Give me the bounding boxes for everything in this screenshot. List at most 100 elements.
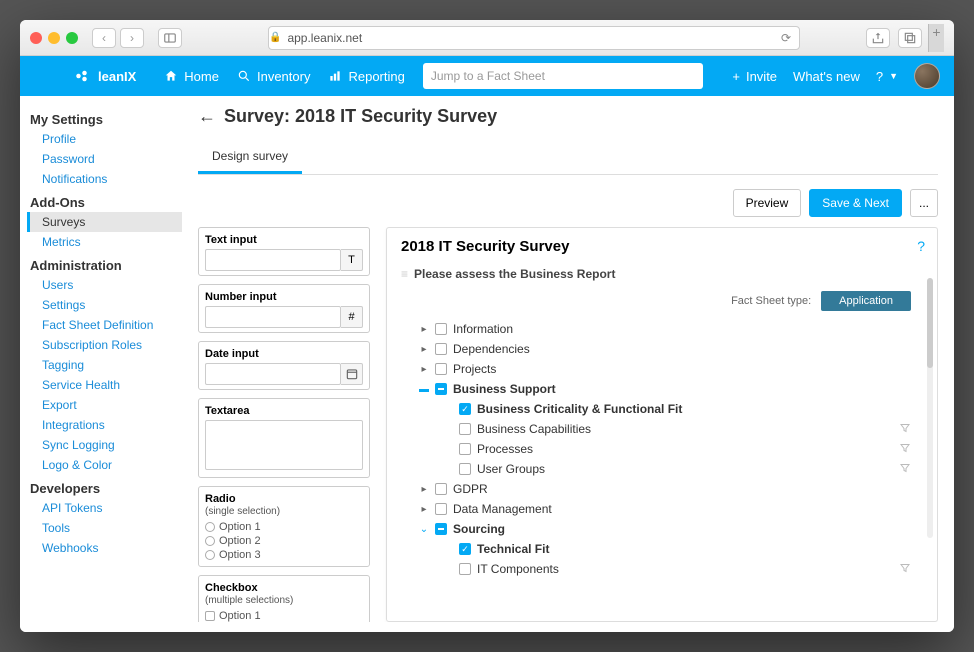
tree-row[interactable]: Business Criticality & Functional Fit [401, 399, 911, 419]
tree-row[interactable]: Processes [401, 439, 911, 459]
field-palette: Text input T Number input # Date input [198, 227, 370, 622]
reload-icon[interactable]: ⟳ [781, 31, 791, 45]
sidebar-item-sync-logging[interactable]: Sync Logging [30, 435, 182, 455]
sidebar-item-logo-color[interactable]: Logo & Color [30, 455, 182, 475]
whats-new-link[interactable]: What's new [793, 69, 860, 84]
tree-row[interactable]: ▸Data Management [401, 499, 911, 519]
caret-right-icon[interactable]: ▸ [419, 344, 429, 355]
tab-design-survey[interactable]: Design survey [198, 141, 302, 174]
factsheet-search[interactable]: Jump to a Fact Sheet [423, 63, 703, 89]
palette-checkbox[interactable]: Checkbox(multiple selections) Option 1 [198, 575, 370, 622]
help-menu[interactable]: ? ▼ [876, 69, 898, 84]
share-button[interactable] [866, 28, 890, 48]
caret-down-icon[interactable]: ⌄ [419, 524, 429, 535]
tree-row[interactable]: ▸Projects [401, 359, 911, 379]
titlebar: ‹ › 🔒 app.leanix.net ⟳ + [20, 20, 954, 56]
tree-row[interactable]: Technical Fit [401, 539, 911, 559]
checkbox-icon[interactable] [459, 423, 471, 435]
calendar-icon [341, 363, 363, 385]
factsheet-type-badge[interactable]: Application [821, 291, 911, 311]
caret-right-icon[interactable]: ▸ [419, 324, 429, 335]
sidebar-item-export[interactable]: Export [30, 395, 182, 415]
caret-right-icon[interactable]: ▸ [419, 484, 429, 495]
checkbox-icon[interactable] [435, 343, 447, 355]
checkbox-icon[interactable] [459, 403, 471, 415]
nav-home[interactable]: Home [164, 69, 219, 84]
filter-icon[interactable] [899, 422, 911, 437]
tree-row[interactable]: ⌄Sourcing [401, 519, 911, 539]
url-bar[interactable]: 🔒 app.leanix.net ⟳ [268, 26, 800, 50]
tabs-icon [903, 31, 917, 45]
sidebar-item-password[interactable]: Password [30, 149, 182, 169]
sidebar-item-tagging[interactable]: Tagging [30, 355, 182, 375]
preview-button[interactable]: Preview [733, 189, 802, 217]
collapse-icon[interactable]: ▬ [419, 384, 429, 395]
sidebar-item-tools[interactable]: Tools [30, 518, 182, 538]
tree-row[interactable]: ▸Dependencies [401, 339, 911, 359]
sidebar-item-service-health[interactable]: Service Health [30, 375, 182, 395]
sidebar-item-settings[interactable]: Settings [30, 295, 182, 315]
tree-row[interactable]: IT Components [401, 559, 911, 579]
nav-reporting[interactable]: Reporting [328, 69, 404, 84]
sidebar-item-integrations[interactable]: Integrations [30, 415, 182, 435]
invite-button[interactable]: + Invite [732, 69, 777, 84]
tree-row[interactable]: User Groups [401, 459, 911, 479]
palette-text-input[interactable]: Text input T [198, 227, 370, 276]
tree-row[interactable]: ▬Business Support [401, 379, 911, 399]
sidebar-item-surveys[interactable]: Surveys [27, 212, 182, 232]
chart-icon [328, 69, 342, 83]
sidebar-item-notifications[interactable]: Notifications [30, 169, 182, 189]
checkbox-icon[interactable] [459, 443, 471, 455]
checkbox-icon[interactable] [435, 523, 447, 535]
save-next-button[interactable]: Save & Next [809, 189, 902, 217]
close-window-icon[interactable] [30, 32, 42, 44]
help-icon[interactable]: ? [917, 238, 925, 254]
sidebar-item-api-tokens[interactable]: API Tokens [30, 498, 182, 518]
checkbox-icon[interactable] [435, 383, 447, 395]
tree-row[interactable]: ▸GDPR [401, 479, 911, 499]
sidebar-item-fact-sheet-definition[interactable]: Fact Sheet Definition [30, 315, 182, 335]
sidebar-item-webhooks[interactable]: Webhooks [30, 538, 182, 558]
checkbox-icon[interactable] [459, 463, 471, 475]
sidebar-item-subscription-roles[interactable]: Subscription Roles [30, 335, 182, 355]
user-avatar[interactable] [914, 63, 940, 89]
filter-icon[interactable] [899, 562, 911, 577]
palette-number-input[interactable]: Number input # [198, 284, 370, 333]
checkbox-icon[interactable] [459, 563, 471, 575]
scrollbar[interactable] [927, 278, 933, 538]
checkbox-icon[interactable] [459, 543, 471, 555]
nav-back-button[interactable]: ‹ [92, 28, 116, 48]
checkbox-icon[interactable] [435, 503, 447, 515]
back-arrow-icon[interactable]: ← [198, 106, 216, 127]
sidebar-item-metrics[interactable]: Metrics [30, 232, 182, 252]
filter-icon[interactable] [899, 442, 911, 457]
sidebar-group-title: Administration [30, 258, 182, 273]
checkbox-icon [205, 611, 215, 621]
palette-textarea[interactable]: Textarea [198, 398, 370, 478]
palette-radio[interactable]: Radio(single selection) Option 1Option 2… [198, 486, 370, 567]
page-title: Survey: 2018 IT Security Survey [224, 106, 497, 127]
survey-instruction-row[interactable]: ≡ Please assess the Business Report [401, 263, 911, 291]
filter-icon[interactable] [899, 462, 911, 477]
minimize-window-icon[interactable] [48, 32, 60, 44]
drag-handle-icon[interactable]: ≡ [401, 267, 406, 281]
new-tab-button[interactable]: + [928, 24, 944, 52]
caret-right-icon[interactable]: ▸ [419, 504, 429, 515]
nav-forward-button[interactable]: › [120, 28, 144, 48]
checkbox-icon[interactable] [435, 363, 447, 375]
zoom-window-icon[interactable] [66, 32, 78, 44]
palette-date-input[interactable]: Date input [198, 341, 370, 390]
more-actions-button[interactable]: ... [910, 189, 938, 217]
sidebar-toggle-button[interactable] [158, 28, 182, 48]
checkbox-icon[interactable] [435, 323, 447, 335]
tree-row[interactable]: ▸Information [401, 319, 911, 339]
factsheet-type-row: Fact Sheet type: Application [401, 291, 911, 311]
brand-logo[interactable]: leanIX [74, 67, 136, 85]
checkbox-icon[interactable] [435, 483, 447, 495]
nav-inventory[interactable]: Inventory [237, 69, 310, 84]
sidebar-item-profile[interactable]: Profile [30, 129, 182, 149]
tree-row[interactable]: Business Capabilities [401, 419, 911, 439]
tabs-button[interactable] [898, 28, 922, 48]
sidebar-item-users[interactable]: Users [30, 275, 182, 295]
caret-right-icon[interactable]: ▸ [419, 364, 429, 375]
